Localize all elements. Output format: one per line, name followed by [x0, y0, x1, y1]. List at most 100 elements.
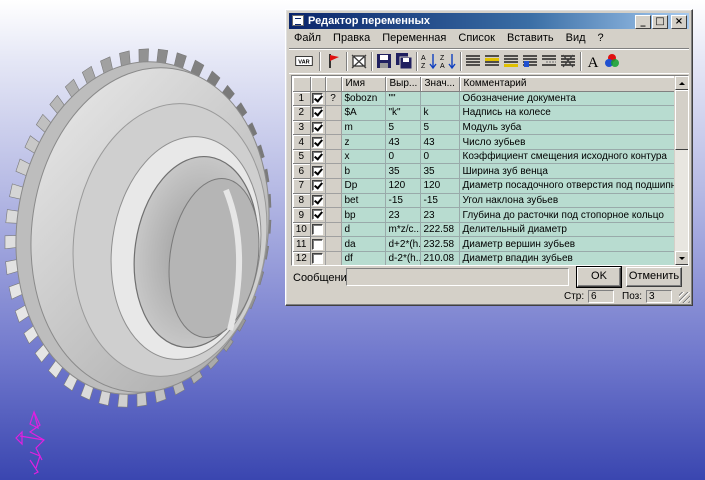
table-row[interactable]: 11 dad+2*(h...232.58Диаметр вершин зубьев: [293, 236, 675, 253]
cell-comment[interactable]: Диаметр вершин зубьев: [459, 236, 675, 253]
menu-file[interactable]: Файл: [289, 30, 327, 47]
cell-name[interactable]: m: [341, 120, 386, 136]
header-comment[interactable]: Комментарий: [459, 77, 675, 92]
row-checkbox[interactable]: [312, 180, 323, 192]
cell-name[interactable]: $A: [341, 105, 386, 121]
cell-name[interactable]: Dp: [341, 178, 386, 194]
scroll-down-button[interactable]: [675, 251, 688, 265]
delete-icon[interactable]: [350, 52, 368, 70]
list-edit-icon[interactable]: [521, 52, 539, 70]
table-row[interactable]: 7 Dp 120 120 Диаметр посадочного отверстия п…: [293, 178, 675, 194]
table-row[interactable]: 10 d m*z/c... 222.58 Делительный диаметр: [293, 222, 675, 238]
row-checkbox[interactable]: [312, 92, 323, 104]
table-row[interactable]: 3 m 5 5 Модуль зуба: [293, 120, 675, 136]
cell-comment[interactable]: Коэффициент смещения исходного контура: [459, 149, 675, 165]
table-row[interactable]: 8 bet -15 -15 Угол наклона зубьев: [293, 193, 675, 209]
cell-expression[interactable]: 5: [385, 120, 421, 136]
cell-expression[interactable]: 0: [385, 149, 421, 165]
variables-editor-window[interactable]: Редактор переменных _ □ × Файл Правка Пе…: [285, 9, 693, 306]
resize-grip[interactable]: [679, 292, 690, 303]
cell-name[interactable]: df: [341, 251, 386, 265]
row-checkbox[interactable]: [312, 224, 323, 236]
table-row[interactable]: 1? $obozn "" Обозначение документа: [293, 91, 675, 107]
cell-comment[interactable]: Число зубьев: [459, 134, 675, 150]
cell-name[interactable]: da: [341, 236, 386, 253]
row-checkbox[interactable]: [312, 253, 323, 265]
row-checkbox[interactable]: [312, 209, 323, 221]
variables-table[interactable]: Имя Выр... Знач... Комментарий 1? $obozn "…: [291, 75, 689, 266]
menu-view[interactable]: Вид: [560, 30, 592, 47]
scroll-thumb[interactable]: [675, 90, 688, 150]
menu-edit[interactable]: Правка: [327, 30, 376, 47]
table-row[interactable]: 4 z 43 43 Число зубьев: [293, 134, 675, 150]
menu-variable[interactable]: Переменная: [376, 30, 452, 47]
row-checkbox[interactable]: [312, 151, 323, 163]
row-checkbox[interactable]: [312, 121, 323, 133]
cell-expression[interactable]: 120: [385, 178, 421, 194]
header-name[interactable]: Имя: [341, 77, 386, 92]
row-checkbox[interactable]: [312, 238, 323, 250]
save-all-icon[interactable]: [395, 52, 413, 70]
cell-expression[interactable]: 23: [385, 207, 421, 223]
table-row[interactable]: 5 x 0 0 Коэффициент смещения исходного конту…: [293, 149, 675, 165]
cell-expression[interactable]: 43: [385, 134, 421, 150]
cell-expression[interactable]: d+2*(h...: [385, 236, 421, 253]
cell-expression[interactable]: d-2*(h...: [385, 251, 421, 265]
table-row[interactable]: 12 dfd-2*(h...210.08Диаметр впадин зубьев: [293, 251, 675, 265]
scroll-up-button[interactable]: [675, 76, 688, 90]
font-icon[interactable]: A: [584, 52, 602, 70]
save-icon[interactable]: [375, 52, 393, 70]
menu-help[interactable]: ?: [592, 30, 610, 47]
var-icon[interactable]: VAR: [292, 52, 316, 70]
header-expression[interactable]: Выр...: [385, 77, 421, 92]
list-remove-icon[interactable]: [540, 52, 558, 70]
list-delete-icon[interactable]: [559, 52, 577, 70]
list-insert-icon[interactable]: [483, 52, 501, 70]
row-checkbox[interactable]: [312, 107, 323, 119]
sort-az-icon[interactable]: AZ: [420, 52, 438, 70]
cell-comment[interactable]: Диаметр посадочного отверстия под подшип…: [459, 178, 675, 194]
flag-icon[interactable]: [325, 52, 343, 70]
vertical-scrollbar[interactable]: [674, 76, 688, 265]
cell-expression[interactable]: m*z/c...: [385, 222, 421, 238]
table-row[interactable]: 6 b 35 35 Ширина зуб венца: [293, 163, 675, 180]
cell-comment[interactable]: Надпись на колесе: [459, 105, 675, 121]
cell-name[interactable]: b: [341, 163, 386, 180]
menu-list[interactable]: Список: [452, 30, 501, 47]
minimize-button[interactable]: _: [635, 15, 651, 29]
message-field[interactable]: [346, 268, 569, 286]
cell-comment[interactable]: Делительный диаметр: [459, 222, 675, 238]
cell-expression[interactable]: "": [385, 91, 421, 107]
maximize-button[interactable]: □: [652, 15, 668, 29]
cell-comment[interactable]: Глубина до расточки под стопорное кольцо: [459, 207, 675, 223]
cell-expression[interactable]: 35: [385, 163, 421, 180]
cell-name[interactable]: bp: [341, 207, 386, 223]
table-row[interactable]: 9 bp 23 23 Глубина до расточки под стопорное…: [293, 207, 675, 223]
row-checkbox[interactable]: [312, 194, 323, 206]
list-icon[interactable]: [464, 52, 482, 70]
cell-comment[interactable]: Угол наклона зубьев: [459, 193, 675, 209]
cell-name[interactable]: $obozn: [341, 91, 386, 107]
sort-za-icon[interactable]: ZA: [439, 52, 457, 70]
table-row[interactable]: 2 $A "k" k Надпись на колесе: [293, 105, 675, 121]
close-button[interactable]: ×: [671, 15, 687, 29]
cell-comment[interactable]: Обозначение документа: [459, 91, 675, 107]
cell-name[interactable]: z: [341, 134, 386, 150]
row-checkbox[interactable]: [312, 136, 323, 148]
cell-name[interactable]: d: [341, 222, 386, 238]
cancel-button[interactable]: Отменить: [626, 267, 682, 287]
cell-name[interactable]: bet: [341, 193, 386, 209]
row-checkbox[interactable]: [312, 165, 323, 177]
cell-expression[interactable]: -15: [385, 193, 421, 209]
header-value[interactable]: Знач...: [420, 77, 460, 92]
cell-comment[interactable]: Ширина зуб венца: [459, 163, 675, 180]
cell-comment[interactable]: Диаметр впадин зубьев: [459, 251, 675, 265]
list-add-icon[interactable]: [502, 52, 520, 70]
cell-name[interactable]: x: [341, 149, 386, 165]
cell-comment[interactable]: Модуль зуба: [459, 120, 675, 136]
menu-insert[interactable]: Вставить: [501, 30, 560, 47]
ok-button[interactable]: OK: [576, 266, 622, 288]
gear-model[interactable]: [0, 46, 290, 410]
cell-expression[interactable]: "k": [385, 105, 421, 121]
color-icon[interactable]: [603, 52, 621, 70]
